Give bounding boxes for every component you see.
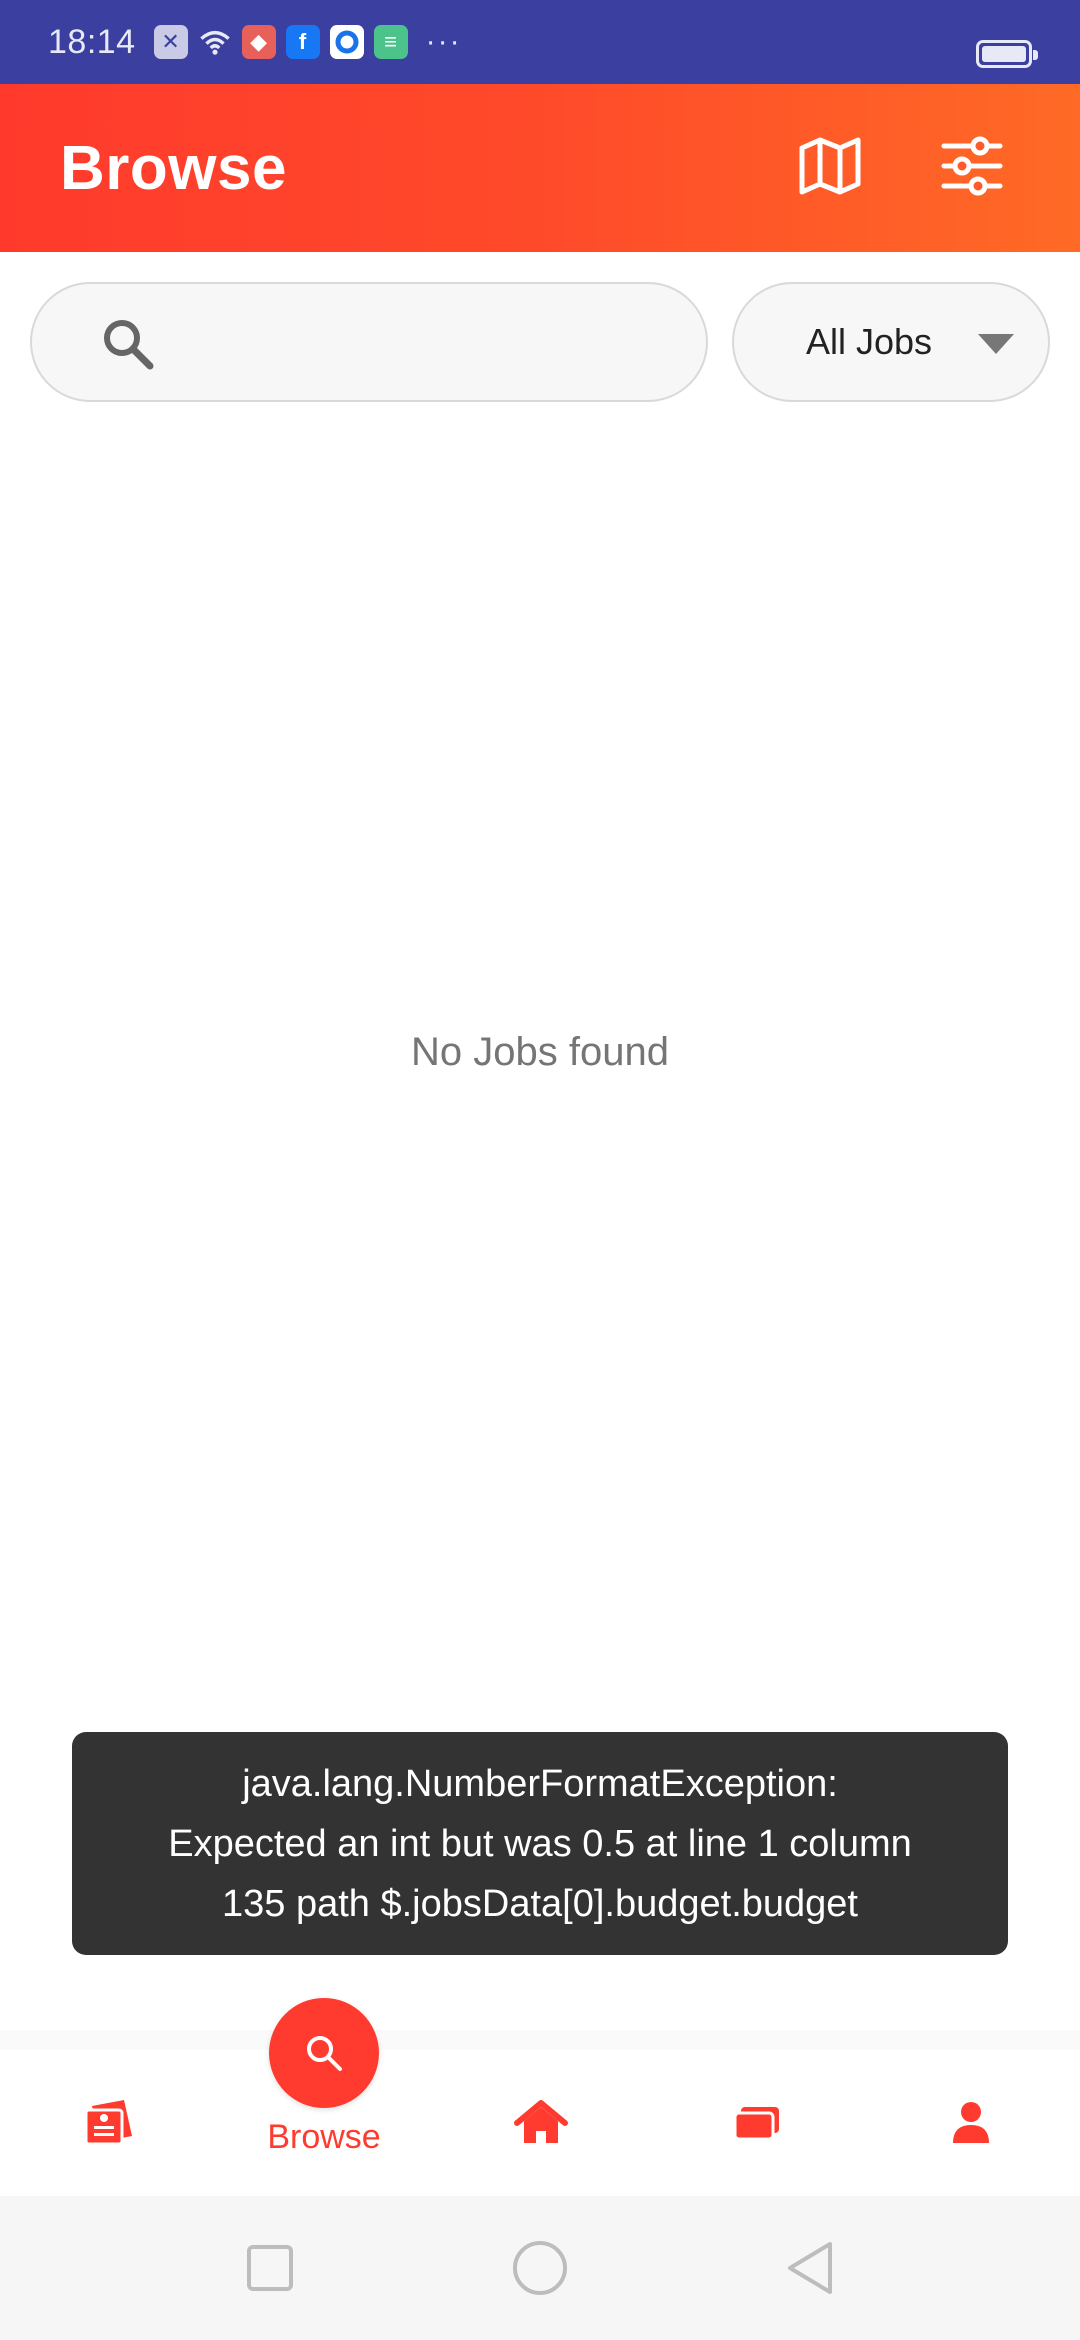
home-circle-icon (513, 2241, 567, 2295)
nav-browse-button[interactable] (269, 1998, 379, 2108)
wifi-icon (198, 25, 232, 59)
search-icon (307, 2036, 342, 2071)
nav-messages[interactable] (702, 2050, 812, 2196)
facebook-icon: f (285, 25, 320, 59)
search-box[interactable] (30, 282, 708, 402)
map-button[interactable] (794, 130, 866, 202)
screen: 18:14 ✕ ◆ f ≡ ··· Browse All Jobs No Job… (0, 0, 1080, 2340)
empty-state-message: No Jobs found (411, 1030, 669, 1074)
search-input[interactable] (172, 304, 672, 384)
recents-icon (247, 2245, 293, 2291)
status-time: 18:14 (48, 22, 136, 61)
back-triangle-icon (788, 2242, 832, 2294)
sliders-icon (941, 136, 1003, 196)
back-button[interactable] (778, 2236, 842, 2300)
dropdown-caret-icon (978, 334, 1014, 354)
page-title: Browse (60, 133, 287, 203)
toast-line: java.lang.NumberFormatException: (242, 1762, 838, 1805)
system-nav-bar (0, 2196, 1080, 2340)
search-icon (104, 320, 154, 370)
battery-icon (976, 40, 1038, 68)
app-icon: ◆ (241, 25, 276, 59)
error-toast: java.lang.NumberFormatException: Expecte… (72, 1732, 1008, 1955)
battery-level (982, 46, 1026, 62)
filter-settings-button[interactable] (936, 130, 1008, 202)
nav-browse-label: Browse (267, 2118, 381, 2156)
profile-icon (953, 2102, 989, 2143)
app-icon (329, 25, 364, 59)
recents-button[interactable] (238, 2236, 302, 2300)
app-icon: ≡ (373, 25, 408, 59)
more-notifications-icon: ··· (425, 25, 462, 58)
map-icon (799, 137, 861, 195)
nav-profile[interactable] (916, 2050, 1026, 2196)
toast-line: Expected an int but was 0.5 at line 1 co… (168, 1822, 912, 1865)
close-badge-icon: ✕ (153, 25, 188, 59)
nav-my-jobs[interactable] (54, 2050, 164, 2196)
messages-icon (733, 2107, 779, 2141)
bottom-nav (0, 2030, 1080, 2196)
jobs-filter-selected: All Jobs (806, 321, 933, 362)
app-bar-actions (794, 130, 1008, 202)
toast-line: 135 path $.jobsData[0].budget.budget (222, 1882, 858, 1925)
jobs-filter-dropdown[interactable]: All Jobs (732, 282, 1050, 402)
my-jobs-icon (84, 2100, 132, 2146)
system-home-button[interactable] (508, 2236, 572, 2300)
status-icons: ✕ ◆ f ≡ ··· (153, 25, 462, 59)
app-bar: Browse (0, 84, 1080, 252)
filter-row: All Jobs (30, 282, 1050, 402)
status-bar: 18:14 ✕ ◆ f ≡ ··· (0, 0, 1080, 84)
home-icon (514, 2100, 568, 2143)
nav-home[interactable] (486, 2050, 596, 2196)
